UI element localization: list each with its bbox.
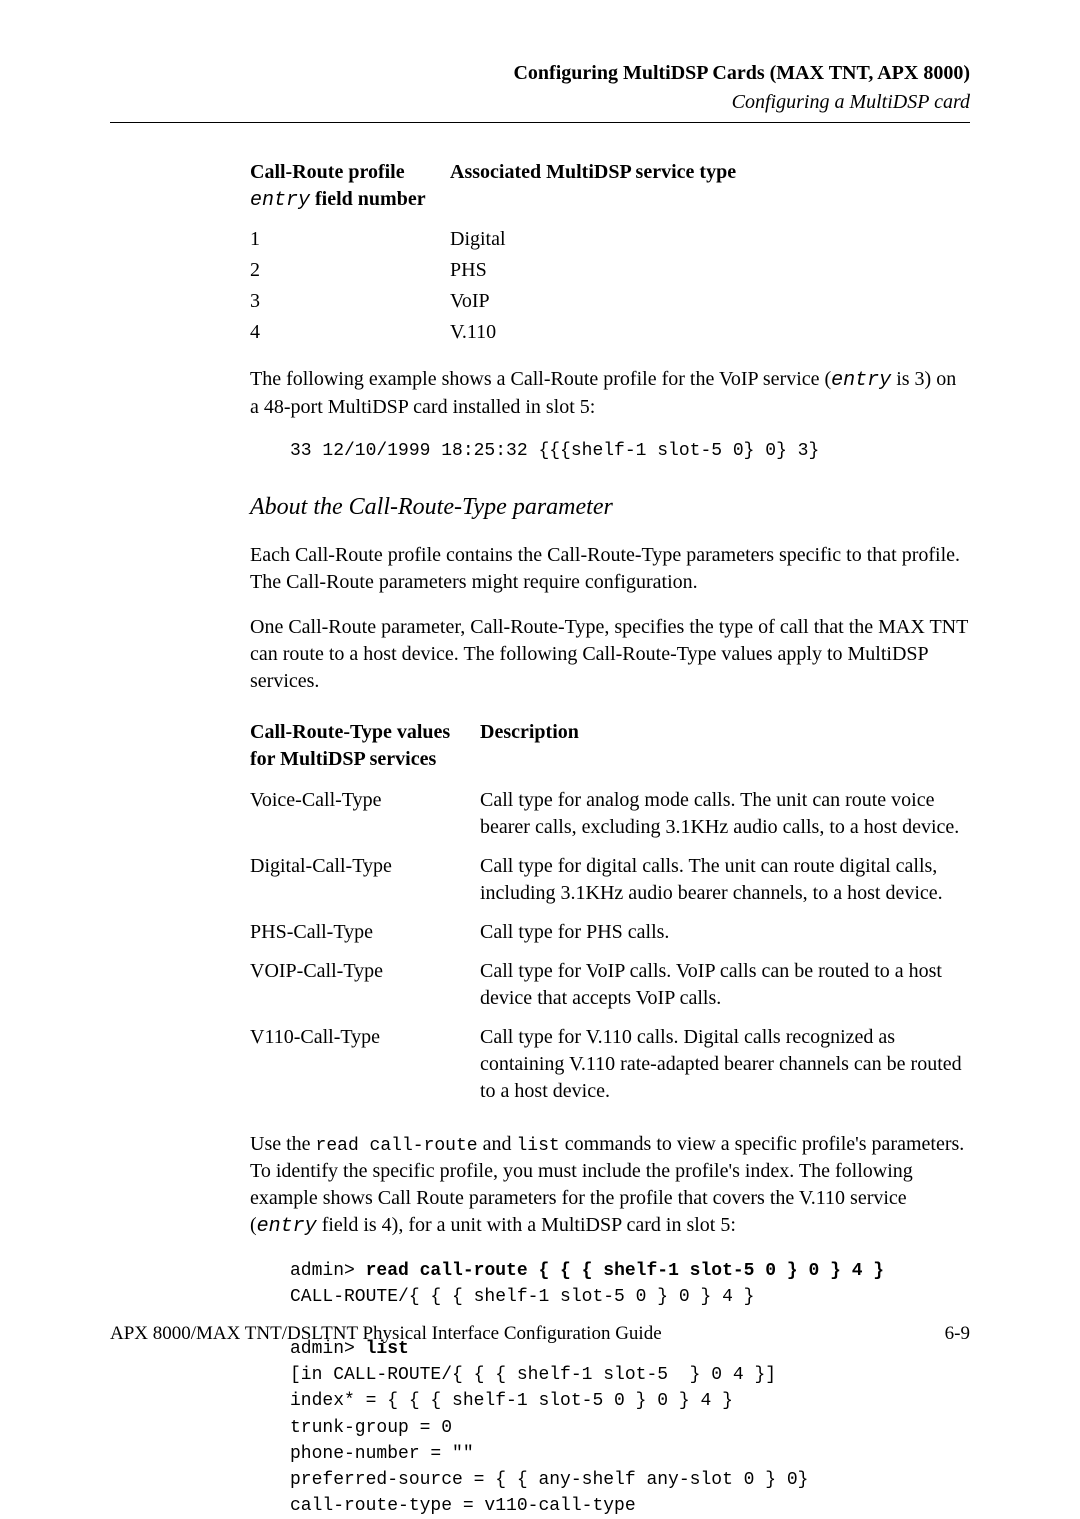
table-body: 1 Digital 2 PHS 3 VoIP 4 V.110 <box>250 224 970 348</box>
text: and <box>478 1133 517 1155</box>
cell-svc: V.110 <box>450 319 970 346</box>
table-head: Call-Route-Type values for MultiDSP serv… <box>250 713 970 781</box>
mono-read: read call-route <box>316 1136 478 1156</box>
code-line: admin> <box>290 1261 366 1281</box>
mono-entry: entry <box>831 369 891 392</box>
footer: APX 8000/MAX TNT/DSLTNT Physical Interfa… <box>110 1321 970 1347</box>
cell-val: PHS-Call-Type <box>250 919 480 946</box>
th-entry-suffix: field number <box>310 188 426 210</box>
page: Configuring MultiDSP Cards (MAX TNT, APX… <box>0 0 1080 1397</box>
code-bold: read call-route { { { shelf-1 slot-5 0 }… <box>366 1261 884 1281</box>
table-crt-values: Call-Route-Type values for MultiDSP serv… <box>250 713 970 1111</box>
th-entry-l1: Call-Route profile <box>250 161 405 183</box>
mono-list: list <box>516 1136 559 1156</box>
table-row: Voice-Call-Type Call type for analog mod… <box>250 781 970 847</box>
table-row: Digital-Call-Type Call type for digital … <box>250 847 970 913</box>
code-example-2: admin> read call-route { { { shelf-1 slo… <box>290 1258 970 1519</box>
header-rule <box>110 122 970 123</box>
cell-desc: Call type for digital calls. The unit ca… <box>480 853 970 907</box>
th-entry: Call-Route profile entry field number <box>250 159 450 214</box>
cell-val: VOIP-Call-Type <box>250 958 480 1012</box>
table-row: 1 Digital <box>250 224 970 255</box>
th-desc: Description <box>480 719 970 773</box>
header-subtitle: Configuring a MultiDSP card <box>110 89 970 116</box>
mono-entry: entry <box>257 1215 317 1238</box>
text: field is 4), for a unit with a MultiDSP … <box>317 1214 736 1236</box>
cell-val: Voice-Call-Type <box>250 787 480 841</box>
cell-desc: Call type for analog mode calls. The uni… <box>480 787 970 841</box>
cell-desc: Call type for PHS calls. <box>480 919 970 946</box>
table-row: 3 VoIP <box>250 286 970 317</box>
code-example-1: 33 12/10/1999 18:25:32 {{{shelf-1 slot-5… <box>290 439 970 463</box>
para-read-list: Use the read call-route and list command… <box>250 1131 970 1240</box>
table-row: V110-Call-Type Call type for V.110 calls… <box>250 1018 970 1111</box>
code-line: preferred-source = { { any-shelf any-slo… <box>290 1470 808 1490</box>
cell-svc: VoIP <box>450 288 970 315</box>
text: Use the <box>250 1133 316 1155</box>
para-crt-intro: Each Call-Route profile contains the Cal… <box>250 542 970 596</box>
code-line: index* = { { { shelf-1 slot-5 0 } 0 } 4 … <box>290 1391 733 1411</box>
cell-num: 2 <box>250 257 450 284</box>
para-example-intro: The following example shows a Call-Route… <box>250 366 970 421</box>
table-row: PHS-Call-Type Call type for PHS calls. <box>250 913 970 952</box>
table-head: Call-Route profile entry field number As… <box>250 159 970 224</box>
cell-num: 1 <box>250 226 450 253</box>
text: The following example shows a Call-Route… <box>250 368 831 390</box>
code-line: trunk-group = 0 <box>290 1418 452 1438</box>
footer-left: APX 8000/MAX TNT/DSLTNT Physical Interfa… <box>110 1321 662 1347</box>
code-line: [in CALL-ROUTE/{ { { shelf-1 slot-5 } 0 … <box>290 1365 776 1385</box>
th-service: Associated MultiDSP service type <box>450 159 970 214</box>
code-line: CALL-ROUTE/{ { { shelf-1 slot-5 0 } 0 } … <box>290 1287 754 1307</box>
content: Call-Route profile entry field number As… <box>250 159 970 1519</box>
table-row: 4 V.110 <box>250 317 970 348</box>
cell-num: 3 <box>250 288 450 315</box>
table-row: VOIP-Call-Type Call type for VoIP calls.… <box>250 952 970 1018</box>
th-entry-mono: entry <box>250 189 310 212</box>
th-value: Call-Route-Type values for MultiDSP serv… <box>250 719 480 773</box>
cell-val: Digital-Call-Type <box>250 853 480 907</box>
running-header: Configuring MultiDSP Cards (MAX TNT, APX… <box>110 60 970 116</box>
table-entry-service: Call-Route profile entry field number As… <box>250 159 970 348</box>
cell-val: V110-Call-Type <box>250 1024 480 1105</box>
para-crt-desc: One Call-Route parameter, Call-Route-Typ… <box>250 614 970 695</box>
cell-svc: PHS <box>450 257 970 284</box>
footer-right: 6-9 <box>945 1321 970 1347</box>
header-title: Configuring MultiDSP Cards (MAX TNT, APX… <box>110 60 970 87</box>
cell-svc: Digital <box>450 226 970 253</box>
code-line: call-route-type = v110-call-type <box>290 1496 636 1516</box>
code-line: phone-number = "" <box>290 1444 474 1464</box>
cell-num: 4 <box>250 319 450 346</box>
cell-desc: Call type for VoIP calls. VoIP calls can… <box>480 958 970 1012</box>
cell-desc: Call type for V.110 calls. Digital calls… <box>480 1024 970 1105</box>
subheading-call-route-type: About the Call-Route-Type parameter <box>250 491 970 523</box>
table-row: 2 PHS <box>250 255 970 286</box>
